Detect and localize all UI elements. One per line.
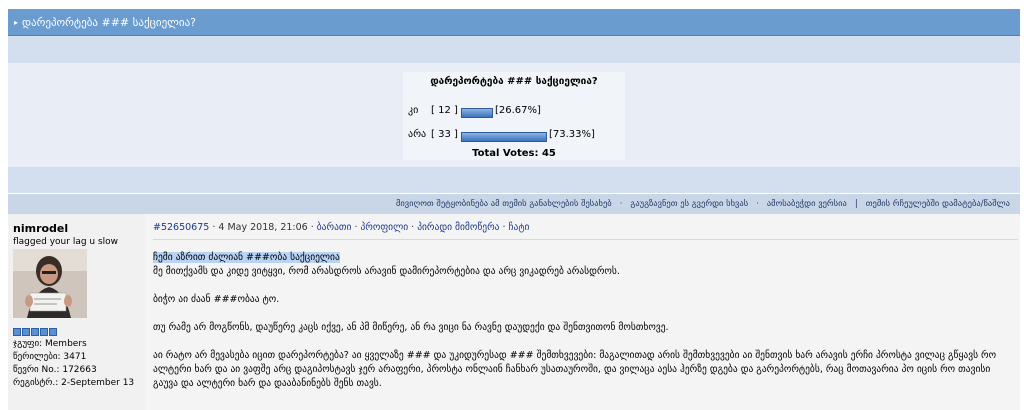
send-page-link[interactable]: გაუგზავნეთ ეს გვერდი სხვას bbox=[630, 199, 748, 209]
poll-option-percent: [73.33%] bbox=[549, 129, 595, 140]
rank-pip bbox=[49, 328, 57, 336]
poll-option-yes: კი [ 12 ] [26.67%] bbox=[403, 105, 625, 119]
subscribe-topic-link[interactable]: მივიღოთ შეტყობინება ამ თემის განახლების … bbox=[396, 199, 612, 209]
options-separator: · bbox=[619, 199, 623, 209]
post-paragraph: ბიჭო აი ძაან ###ობაა ტო. bbox=[153, 294, 280, 305]
options-separator: · bbox=[756, 199, 759, 209]
profile-link[interactable]: პროფილი bbox=[360, 222, 408, 233]
print-version-link[interactable]: ამოსაბეჭდი ვერსია bbox=[767, 199, 847, 209]
author-group: ჯგუფი: Members bbox=[13, 339, 87, 349]
poll-header-band bbox=[8, 36, 1020, 63]
poll-question: დარეპორტება ### საქციელია? bbox=[430, 76, 598, 87]
poll-option-label: არა bbox=[408, 129, 427, 140]
poll-total-votes: Total Votes: 45 bbox=[472, 148, 556, 159]
post-paragraph: მე მითქვამს და კიდე ვიტყვი, რომ არასდროს… bbox=[153, 266, 620, 277]
rank-pip bbox=[31, 328, 39, 336]
post-number-link[interactable]: #52650675 bbox=[153, 222, 209, 233]
poll-option-bar bbox=[461, 108, 493, 118]
post-divider bbox=[153, 239, 1018, 240]
collapse-arrow-icon[interactable]: ▸ bbox=[14, 18, 18, 27]
profile-card-link[interactable]: ბარათი bbox=[317, 222, 352, 233]
private-message-link[interactable]: პირადი მიმოწერა bbox=[417, 222, 499, 233]
author-member-number: წევრი No.: 172663 bbox=[13, 365, 97, 375]
poll-option-percent: [26.67%] bbox=[495, 105, 541, 116]
favorite-topic-link[interactable]: თემის რჩეულებში დამატება/წაშლა bbox=[866, 199, 1010, 209]
author-post-count: წერილები: 3471 bbox=[13, 352, 87, 362]
rank-pip bbox=[13, 328, 21, 336]
post-date: · 4 May 2018, 21:06 · bbox=[209, 222, 317, 233]
post-quote-line: ჩემი აზრით ძალიან ###ობა საქციელია bbox=[153, 252, 340, 263]
rank-pips bbox=[13, 328, 57, 336]
author-registered: რეგისტრ.: 2-September 13 bbox=[13, 378, 135, 388]
rank-pip bbox=[40, 328, 48, 336]
chat-link[interactable]: ჩატი bbox=[509, 222, 530, 233]
poll-option-count: [ 33 ] bbox=[431, 129, 458, 140]
post-author-sidebar: nimrodel flagged your lag u slow ჯგუფი: … bbox=[8, 214, 145, 410]
post-content: #52650675 · 4 May 2018, 21:06 · ბარათი ·… bbox=[151, 214, 1020, 410]
options-separator: | bbox=[854, 199, 858, 209]
poll-option-bar bbox=[461, 132, 547, 142]
author-name[interactable]: nimrodel bbox=[13, 222, 68, 235]
post-body: ჩემი აზრით ძალიან ###ობა საქციელია მე მი… bbox=[153, 251, 1018, 391]
author-title: flagged your lag u slow bbox=[13, 237, 119, 247]
topic-title: დარეპორტება ### საქციელია? bbox=[22, 15, 196, 29]
poll-footer-band bbox=[8, 167, 1020, 193]
poll-box: დარეპორტება ### საქციელია? კი [ 12 ] [26… bbox=[403, 72, 625, 160]
post-paragraph: თუ რამე არ მოგწონს, დაუწერე კაცს იქვე, ა… bbox=[153, 322, 669, 333]
post: nimrodel flagged your lag u slow ჯგუფი: … bbox=[8, 214, 1020, 410]
poll-area: დარეპორტება ### საქციელია? კი [ 12 ] [26… bbox=[8, 63, 1020, 167]
avatar[interactable] bbox=[13, 249, 87, 318]
rank-pip bbox=[22, 328, 30, 336]
post-paragraph: აი რატო არ მევასება იცით დარეპორტება? აი… bbox=[153, 350, 997, 389]
poll-option-no: არა [ 33 ] [73.33%] bbox=[403, 129, 625, 143]
link-separator: · bbox=[499, 222, 509, 233]
post-header: #52650675 · 4 May 2018, 21:06 · ბარათი ·… bbox=[153, 222, 529, 233]
link-separator: · bbox=[408, 222, 418, 233]
poll-option-label: კი bbox=[408, 105, 419, 116]
topic-options-bar: მივიღოთ შეტყობინება ამ თემის განახლების … bbox=[8, 194, 1020, 214]
poll-option-count: [ 12 ] bbox=[431, 105, 458, 116]
topic-title-bar: ▸ დარეპორტება ### საქციელია? bbox=[8, 9, 1020, 36]
